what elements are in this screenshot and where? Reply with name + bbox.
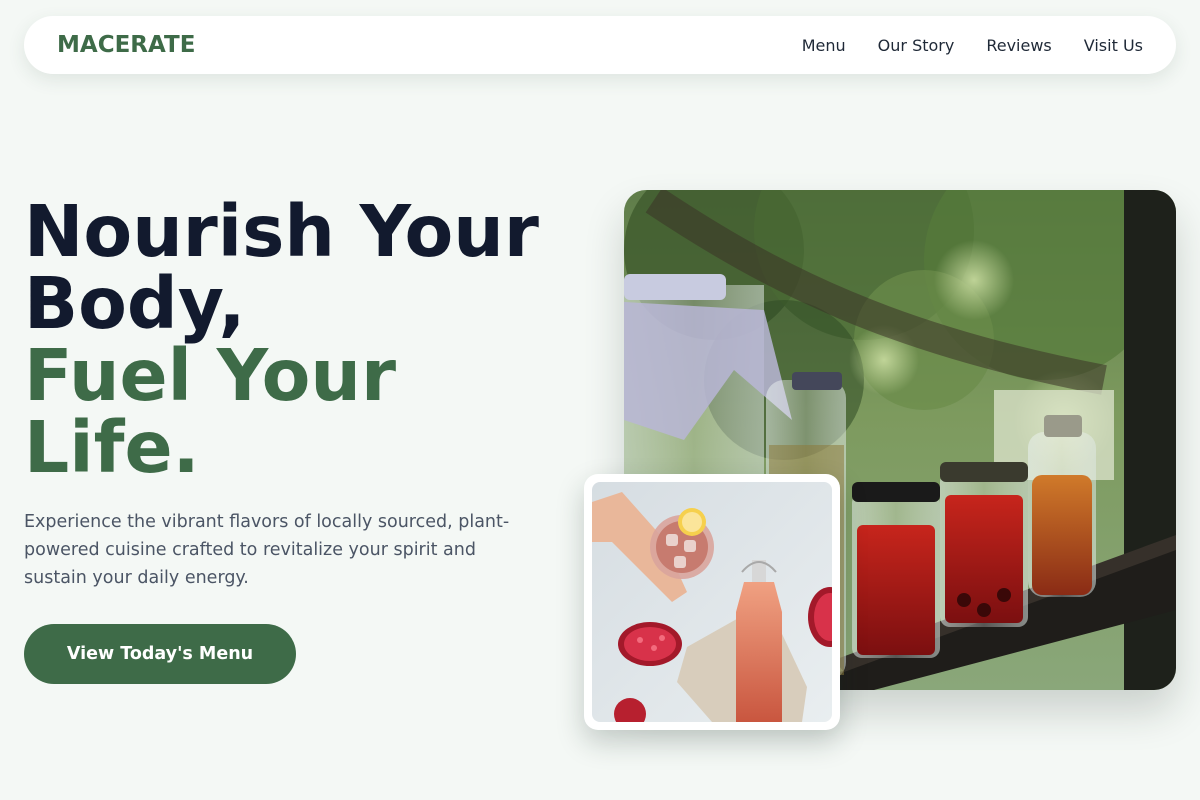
pomegranate-drink-illustration: [592, 482, 832, 722]
hero-subtitle: Experience the vibrant flavors of locall…: [24, 512, 510, 588]
nav-link-our-story[interactable]: Our Story: [878, 36, 955, 55]
hero-headline: Nourish Your Body, Fuel Your Life.: [24, 196, 584, 484]
nav-link-visit-us[interactable]: Visit Us: [1084, 36, 1143, 55]
nav-links: Menu Our Story Reviews Visit Us: [802, 36, 1143, 55]
headline-accent-line-1: Fuel Your: [24, 334, 396, 417]
nav-link-menu[interactable]: Menu: [802, 36, 846, 55]
headline-line-1: Nourish Your: [24, 190, 539, 273]
inset-photo-frame: [584, 474, 840, 730]
brand-logo[interactable]: MACERATE: [57, 32, 195, 58]
nav-link-reviews[interactable]: Reviews: [986, 36, 1051, 55]
view-menu-button[interactable]: View Today's Menu: [24, 624, 296, 684]
top-navigation: MACERATE Menu Our Story Reviews Visit Us: [24, 16, 1176, 74]
landing-page: MACERATE Menu Our Story Reviews Visit Us…: [0, 0, 1200, 800]
pomegranate-drink-photo: [592, 482, 832, 722]
headline-line-2: Body,: [24, 262, 246, 345]
headline-accent-line-2: Life.: [24, 406, 200, 489]
